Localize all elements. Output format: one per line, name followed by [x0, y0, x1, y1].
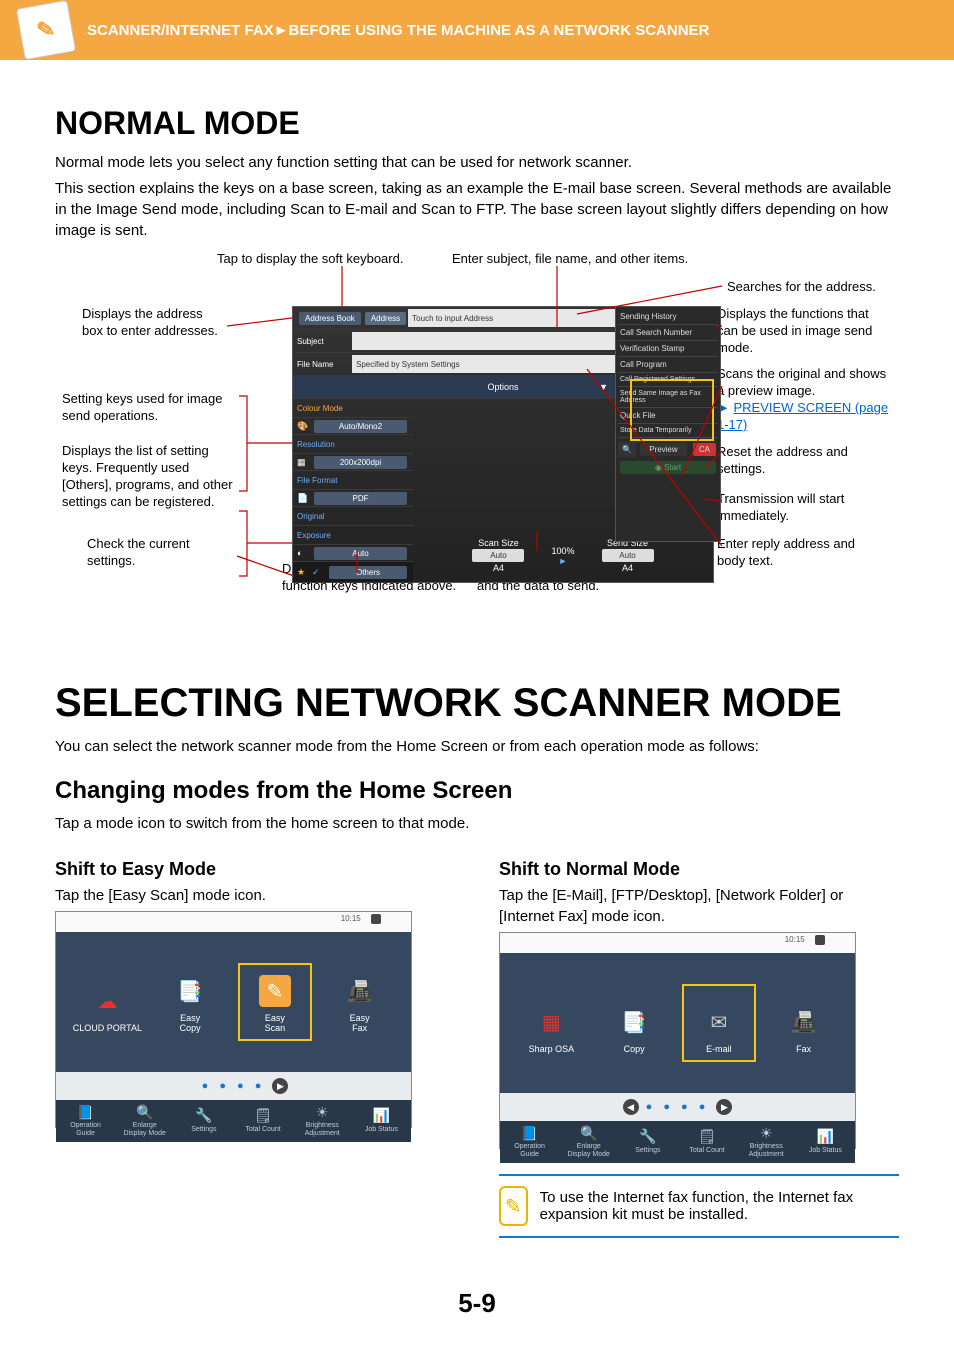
home-screen-normal: 10:15 ▦Sharp OSA 📑Copy ✉E-mail 📠Fax ◀ ● …	[499, 932, 856, 1149]
pencil-note-icon: ✎	[499, 1186, 528, 1226]
exposure-label: Exposure	[297, 531, 352, 540]
highlight-box-1	[630, 379, 714, 441]
clock-time-2: 10:15	[785, 935, 805, 944]
note-text: To use the Internet fax function, the In…	[540, 1189, 899, 1223]
page-header: ✎ SCANNER/INTERNET FAX►BEFORE USING THE …	[0, 0, 954, 60]
side-sending-history[interactable]: Sending History	[618, 309, 718, 325]
preview-icon[interactable]: 🔍	[618, 442, 636, 457]
tile-copy[interactable]: 📑Copy	[599, 986, 669, 1060]
selecting-heading: SELECTING NETWORK SCANNER MODE	[55, 681, 899, 726]
original-label: Original	[297, 512, 352, 521]
page-prev-icon[interactable]: ◀	[623, 1099, 639, 1115]
fileformat-value[interactable]: PDF	[314, 492, 407, 505]
scale-pct: 100%	[551, 546, 574, 556]
tile-easy-scan[interactable]: ✎Easy Scan	[238, 963, 312, 1041]
side-call-search[interactable]: Call Search Number	[618, 325, 718, 341]
normal-mode-subheading: Shift to Normal Mode	[499, 859, 899, 880]
exposure-value[interactable]: Auto	[314, 547, 407, 560]
address-book-btn[interactable]: Address Book	[299, 312, 361, 325]
scan-size-a4: A4	[470, 563, 526, 573]
bot-total-count[interactable]: 🗒Total Count	[238, 1108, 288, 1133]
options-tab[interactable]: Options	[487, 382, 518, 392]
easy-mode-p: Tap the [Easy Scan] mode icon.	[55, 885, 429, 906]
filename-label: File Name	[297, 360, 352, 369]
selecting-p: You can select the network scanner mode …	[55, 736, 899, 757]
page-next-icon[interactable]: ▶	[272, 1078, 288, 1094]
scan-size-label: Scan Size	[470, 538, 526, 548]
tile-easy-fax[interactable]: 📠Easy Fax	[325, 965, 395, 1039]
bot-operation-guide-2[interactable]: 📘Operation Guide	[505, 1126, 555, 1159]
anno-start: Transmission will start immediately.	[717, 491, 867, 525]
dropdown-icon[interactable]: ▼	[599, 382, 608, 392]
preview-button[interactable]: Preview	[640, 443, 687, 456]
send-size-auto[interactable]: Auto	[602, 549, 654, 562]
easy-mode-heading: Shift to Easy Mode	[55, 859, 429, 880]
scanner-icon: ✎	[16, 0, 76, 60]
anno-preview: Scans the original and shows a preview i…	[717, 366, 892, 434]
normal-mode-p1: Normal mode lets you select any function…	[55, 152, 899, 173]
normal-mode-p2: This section explains the keys on a base…	[55, 178, 899, 241]
tile-fax[interactable]: 📠Fax	[769, 986, 839, 1060]
normal-mode-diagram: Tap to display the soft keyboard. Enter …	[57, 251, 897, 631]
anno-check: Check the current settings.	[87, 536, 237, 570]
page-number: 5-9	[55, 1288, 899, 1319]
bot-brightness-2[interactable]: ☀Brightness Adjustment	[741, 1126, 791, 1159]
bot-brightness[interactable]: ☀Brightness Adjustment	[297, 1105, 347, 1138]
changing-modes-p: Tap a mode icon to switch from the home …	[55, 813, 899, 834]
collapse-icon[interactable]	[371, 914, 381, 924]
bot-total-count-2[interactable]: 🗒Total Count	[682, 1129, 732, 1154]
arrow-right-icon: ►	[551, 556, 574, 566]
caption-keyboard: Tap to display the soft keyboard.	[217, 251, 403, 268]
tile-easy-copy[interactable]: 📑Easy Copy	[155, 965, 225, 1039]
resolution-value[interactable]: 200x200dpi	[314, 456, 407, 469]
page-next-icon-2[interactable]: ▶	[716, 1099, 732, 1115]
ca-button[interactable]: CA	[693, 443, 716, 456]
normal-mode-subp: Tap the [E-Mail], [FTP/Desktop], [Networ…	[499, 885, 899, 927]
start-button[interactable]: ◉ Start	[620, 461, 716, 474]
anno-list-keys: Displays the list of setting keys. Frequ…	[62, 443, 237, 511]
anno-address-box: Displays the address box to enter addres…	[82, 306, 227, 340]
bot-settings-2[interactable]: 🔧Settings	[623, 1129, 673, 1154]
bot-settings[interactable]: 🔧Settings	[179, 1108, 229, 1133]
colour-mode-label: Colour Mode	[297, 404, 352, 413]
anno-setting-keys: Setting keys used for image send operati…	[62, 391, 227, 425]
anno-preview-text: Scans the original and shows a preview i…	[717, 366, 886, 398]
bot-enlarge-2[interactable]: 🔍Enlarge Display Mode	[564, 1126, 614, 1159]
caption-subject: Enter subject, file name, and other item…	[452, 251, 688, 268]
collapse-icon-2[interactable]	[815, 935, 825, 945]
changing-modes-heading: Changing modes from the Home Screen	[55, 777, 899, 805]
colour-mode-value[interactable]: Auto/Mono2	[314, 420, 407, 433]
bot-operation-guide[interactable]: 📘Operation Guide	[61, 1105, 111, 1138]
clock-time: 10:15	[341, 914, 361, 923]
side-call-program[interactable]: Call Program	[618, 357, 718, 373]
breadcrumb: SCANNER/INTERNET FAX►BEFORE USING THE MA…	[87, 22, 709, 39]
fileformat-label: File Format	[297, 476, 352, 485]
easy-mode-column: Shift to Easy Mode Tap the [Easy Scan] m…	[55, 849, 429, 1238]
page-content: NORMAL MODE Normal mode lets you select …	[0, 60, 954, 1369]
home-screen-easy: 10:15 ☁CLOUD PORTAL 📑Easy Copy ✎Easy Sca…	[55, 911, 412, 1128]
anno-reply: Enter reply address and body text.	[717, 536, 877, 570]
bot-enlarge[interactable]: 🔍Enlarge Display Mode	[120, 1105, 170, 1138]
bot-job-status[interactable]: 📊Job Status	[356, 1108, 406, 1133]
address-tab[interactable]: Address	[365, 312, 406, 325]
anno-search: Searches for the address.	[727, 279, 876, 296]
side-verification[interactable]: Verification Stamp	[618, 341, 718, 357]
normal-mode-heading: NORMAL MODE	[55, 105, 899, 142]
anno-reset: Reset the address and settings.	[717, 444, 867, 478]
tile-email[interactable]: ✉E-mail	[682, 984, 756, 1062]
preview-screen-link[interactable]: PREVIEW SCREEN (page 1-17)	[717, 400, 888, 432]
send-size-a4: A4	[600, 563, 656, 573]
subject-label: Subject	[297, 337, 352, 346]
bot-job-status-2[interactable]: 📊Job Status	[800, 1129, 850, 1154]
others-btn[interactable]: Others	[329, 566, 407, 579]
normal-mode-column: Shift to Normal Mode Tap the [E-Mail], […	[499, 849, 899, 1238]
tile-sharp-osa[interactable]: ▦Sharp OSA	[516, 986, 586, 1060]
note-box: ✎ To use the Internet fax function, the …	[499, 1174, 899, 1238]
anno-functions: Displays the functions that can be used …	[717, 306, 892, 357]
scan-size-auto[interactable]: Auto	[472, 549, 524, 562]
resolution-label: Resolution	[297, 440, 352, 449]
tile-cloud-portal[interactable]: ☁CLOUD PORTAL	[72, 965, 142, 1039]
